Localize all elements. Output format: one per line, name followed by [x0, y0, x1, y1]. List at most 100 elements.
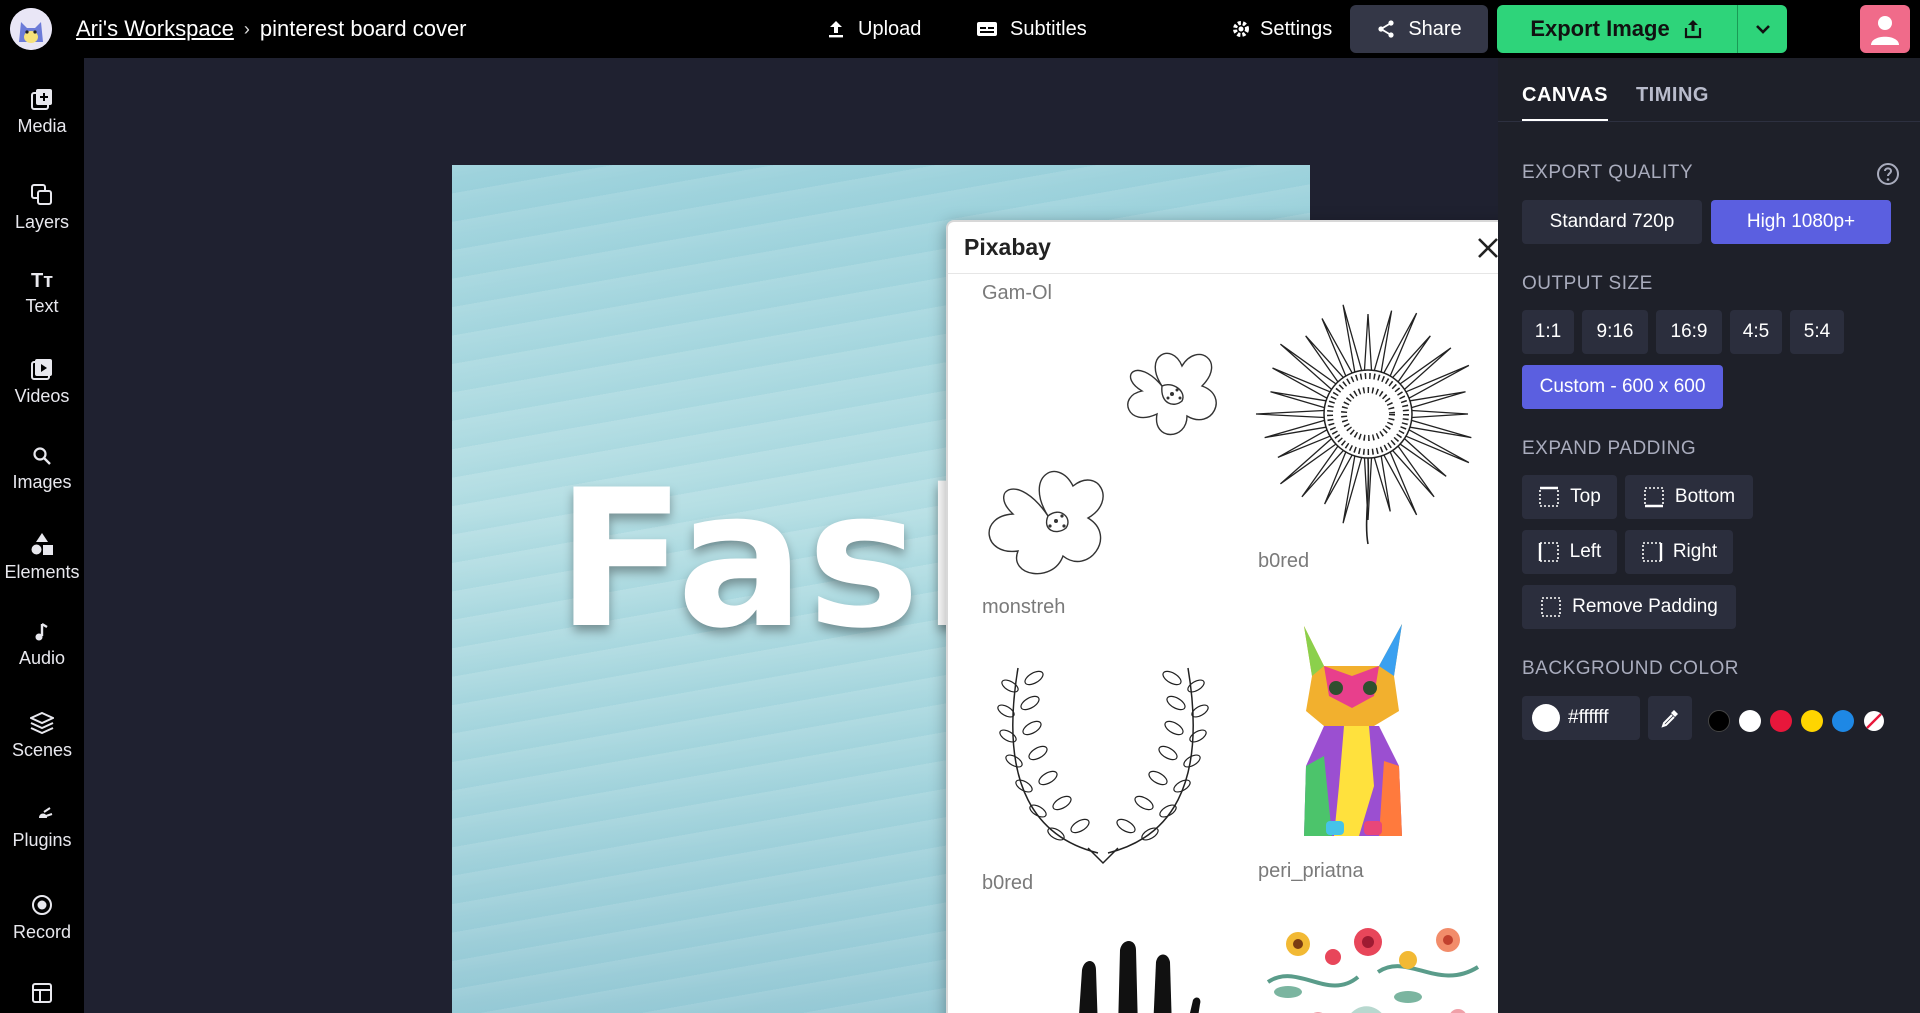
size-16-9-button[interactable]: 16:9 [1656, 310, 1722, 354]
sunflower-petal [1399, 438, 1447, 477]
export-main[interactable]: Export Image [1497, 5, 1737, 53]
sidebar-item-layers[interactable]: Layers [0, 184, 84, 233]
sidebar-item-elements[interactable]: Elements [0, 532, 84, 583]
colorful-cat-image[interactable] [1284, 616, 1424, 846]
wreath-leaf [1022, 720, 1042, 736]
background-color-title: BACKGROUND COLOR [1522, 658, 1740, 679]
templates-icon [32, 983, 52, 1003]
size-9-16-button[interactable]: 9:16 [1582, 310, 1648, 354]
export-options-dropdown[interactable] [1737, 5, 1787, 53]
sunflower-petal [1409, 391, 1466, 409]
custom-size-button[interactable]: Custom - 600 x 600 [1522, 365, 1723, 409]
swatch-white[interactable] [1739, 710, 1761, 732]
swatch-blue[interactable] [1832, 710, 1854, 732]
video-icon [31, 359, 52, 380]
subtitles-button[interactable]: Subtitles [976, 0, 1087, 58]
padding-bottom-button[interactable]: Bottom [1625, 475, 1753, 519]
swatch-black[interactable] [1708, 710, 1730, 732]
sidebar-item-images[interactable]: Images [0, 446, 84, 493]
current-color-swatch [1532, 704, 1560, 732]
breadcrumb: Ari's Workspace › pinterest board cover [76, 16, 467, 42]
pixabay-panel: Pixabay Gam-Ol b0red monstreh b0red peri… [946, 220, 1522, 1013]
settings-button[interactable]: Settings [1232, 0, 1332, 58]
eyedropper-icon [1661, 710, 1678, 728]
floral-pattern-image[interactable] [1258, 922, 1488, 1013]
remove-padding-button[interactable]: Remove Padding [1522, 585, 1736, 629]
sidebar-item-audio[interactable]: Audio [0, 622, 84, 669]
sidebar-item-media[interactable]: Media [0, 88, 84, 137]
tab-canvas[interactable]: CANVAS [1522, 84, 1608, 122]
background-color-picker[interactable]: #ffffff [1522, 696, 1640, 740]
padding-top-icon [1539, 486, 1559, 507]
app-logo[interactable] [10, 8, 52, 50]
sunflower-petal [1411, 409, 1469, 419]
flower-sketch-image[interactable] [1102, 336, 1232, 448]
padding-left-button[interactable]: Left [1522, 530, 1617, 574]
wreath-leaf [1024, 670, 1044, 686]
image-author: b0red [1258, 550, 1310, 572]
sidebar-item-record[interactable]: Record [0, 894, 84, 943]
laurel-wreath-image[interactable] [978, 658, 1228, 868]
top-bar: Ari's Workspace › pinterest board cover … [0, 0, 1920, 58]
image-author: peri_priatna [1258, 860, 1364, 882]
left-sidebar: Media Layers Tт Text Videos Images Eleme… [0, 58, 84, 1013]
tab-timing[interactable]: TIMING [1636, 84, 1709, 122]
padding-bottom-icon [1644, 487, 1664, 508]
editor-workspace: Fash Pixabay Gam-Ol b0red monstreh b0red… [84, 58, 1522, 1013]
wreath-leaf [1038, 770, 1058, 786]
rose-sketch-image[interactable] [978, 456, 1118, 586]
eyedropper-button[interactable] [1648, 696, 1692, 740]
padding-left-icon [1538, 542, 1559, 562]
image-author: b0red [982, 872, 1034, 894]
user-avatar[interactable] [1860, 5, 1910, 53]
wreath-leaf [1162, 670, 1182, 686]
properties-panel: CANVAS TIMING EXPORT QUALITY Standard 72… [1498, 58, 1920, 1013]
sidebar-item-plugins[interactable]: Plugins [0, 806, 84, 851]
sunflower-petal [1255, 409, 1325, 419]
quality-high-button[interactable]: High 1080p+ [1711, 200, 1891, 244]
export-quality-title: EXPORT QUALITY [1522, 162, 1694, 183]
upload-button[interactable]: Upload [826, 0, 921, 58]
sidebar-item-templates[interactable] [0, 982, 84, 1004]
shapes-icon [31, 533, 53, 555]
wreath-leaf [1158, 745, 1178, 761]
help-icon[interactable] [1876, 162, 1900, 186]
project-title[interactable]: pinterest board cover [260, 16, 467, 42]
wreath-leaf [1020, 695, 1040, 711]
padding-remove-icon [1541, 597, 1561, 617]
expand-padding-title: EXPAND PADDING [1522, 438, 1697, 459]
padding-right-button[interactable]: Right [1625, 530, 1733, 574]
size-5-4-button[interactable]: 5:4 [1790, 310, 1844, 354]
pixabay-results: Gam-Ol b0red monstreh b0red peri_priatna [948, 274, 1520, 1013]
sidebar-item-scenes[interactable]: Scenes [0, 712, 84, 761]
tabs-divider [1498, 121, 1920, 122]
workspace-link[interactable]: Ari's Workspace [76, 16, 234, 42]
media-add-icon [31, 89, 52, 110]
share-icon [1378, 20, 1394, 38]
sidebar-item-text[interactable]: Tт Text [0, 271, 84, 317]
wreath-leaf [1187, 679, 1205, 693]
hand-silhouette-image[interactable] [1068, 940, 1208, 1013]
wreath-leaf [1001, 679, 1019, 693]
wreath-leaf [1148, 770, 1168, 786]
subtitles-icon [977, 22, 997, 36]
quality-standard-button[interactable]: Standard 720p [1522, 200, 1702, 244]
size-1-1-button[interactable]: 1:1 [1522, 310, 1574, 354]
sunflower-petal [1363, 313, 1373, 371]
wreath-leaf [1164, 720, 1184, 736]
record-icon [32, 895, 52, 915]
swatch-yellow[interactable] [1801, 710, 1823, 732]
padding-top-button[interactable]: Top [1522, 475, 1617, 519]
padding-right-icon [1642, 542, 1663, 562]
sunflower-petal [1373, 455, 1391, 512]
gear-icon [1233, 21, 1249, 37]
export-image-button[interactable]: Export Image [1497, 5, 1787, 53]
sidebar-item-videos[interactable]: Videos [0, 358, 84, 407]
layers-icon [31, 184, 52, 205]
swatch-red[interactable] [1770, 710, 1792, 732]
size-4-5-button[interactable]: 4:5 [1730, 310, 1782, 354]
sunflower-petal [1270, 391, 1327, 409]
sunflower-sketch-image[interactable] [1248, 296, 1488, 546]
swatch-transparent-icon[interactable] [1863, 710, 1885, 732]
share-button[interactable]: Share [1350, 5, 1488, 53]
